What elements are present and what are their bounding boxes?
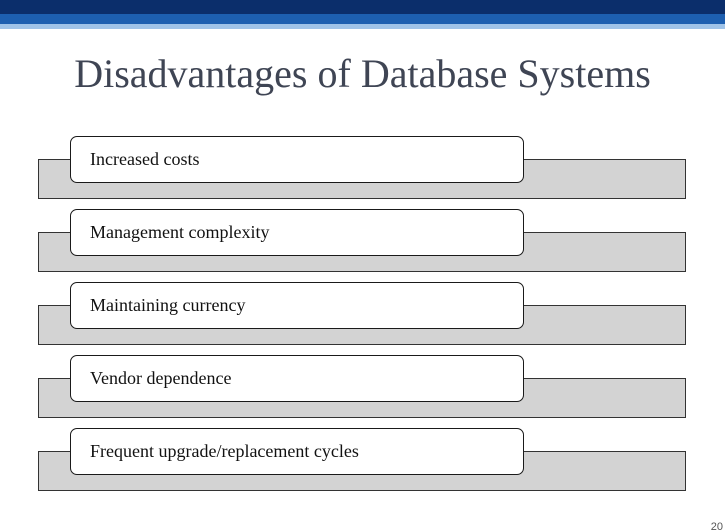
list-item-label: Increased costs [90, 149, 200, 169]
list-item: Maintaining currency [0, 282, 725, 347]
list-item-box: Management complexity [70, 209, 524, 256]
list-item-box: Maintaining currency [70, 282, 524, 329]
list-item: Increased costs [0, 136, 725, 201]
list-item-box: Increased costs [70, 136, 524, 183]
list-item-box: Frequent upgrade/replacement cycles [70, 428, 524, 475]
page-number: 20 [710, 521, 723, 531]
list-item-label: Frequent upgrade/replacement cycles [90, 441, 359, 461]
list-item-label: Vendor dependence [90, 368, 232, 388]
list-item: Vendor dependence [0, 355, 725, 420]
list-item-label: Maintaining currency [90, 295, 246, 315]
disadvantages-list: Increased costs Management complexity Ma… [0, 0, 725, 531]
list-item: Frequent upgrade/replacement cycles [0, 428, 725, 493]
list-item-box: Vendor dependence [70, 355, 524, 402]
list-item: Management complexity [0, 209, 725, 274]
list-item-label: Management complexity [90, 222, 270, 242]
